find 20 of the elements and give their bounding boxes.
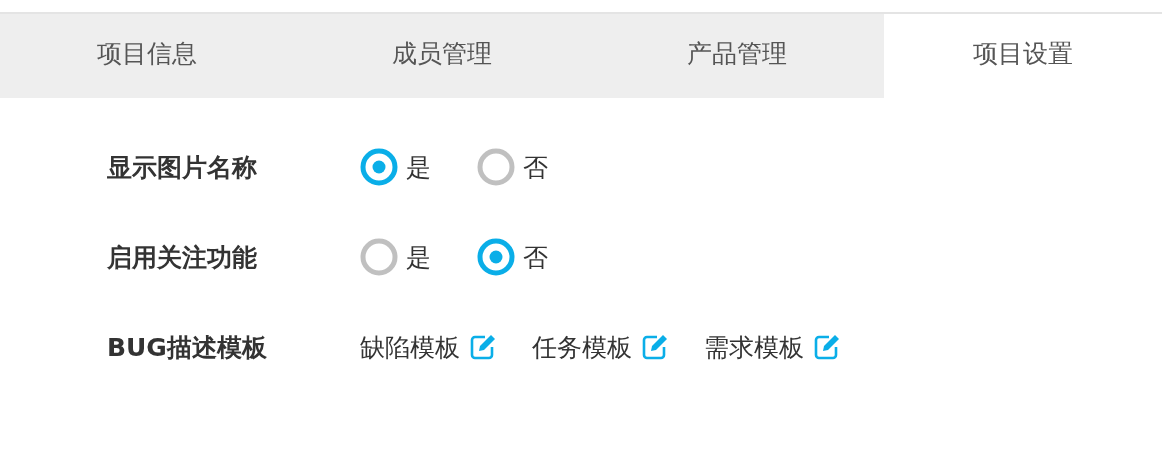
radio-button[interactable] bbox=[360, 148, 398, 186]
option-label: 是 bbox=[406, 241, 431, 274]
option-label: 否 bbox=[523, 241, 548, 274]
edit-icon[interactable] bbox=[812, 332, 842, 362]
template-name: 需求模板 bbox=[704, 331, 804, 364]
edit-icon[interactable] bbox=[468, 332, 498, 362]
tab[interactable]: 成员管理 bbox=[294, 14, 590, 98]
tab[interactable]: 产品管理 bbox=[589, 14, 884, 98]
option-label: 是 bbox=[406, 151, 431, 184]
option-label: 否 bbox=[523, 151, 548, 184]
setting-label: 显示图片名称 bbox=[107, 151, 258, 184]
template-name: 缺陷模板 bbox=[360, 331, 460, 364]
radio-button[interactable] bbox=[477, 238, 515, 276]
tab[interactable]: 项目信息 bbox=[0, 14, 295, 98]
template-name: 任务模板 bbox=[532, 331, 632, 364]
edit-icon[interactable] bbox=[640, 332, 670, 362]
radio-button[interactable] bbox=[360, 238, 398, 276]
setting-label: 启用关注功能 bbox=[107, 241, 258, 274]
radio-button[interactable] bbox=[477, 148, 515, 186]
setting-label: BUG描述模板 bbox=[107, 331, 268, 364]
